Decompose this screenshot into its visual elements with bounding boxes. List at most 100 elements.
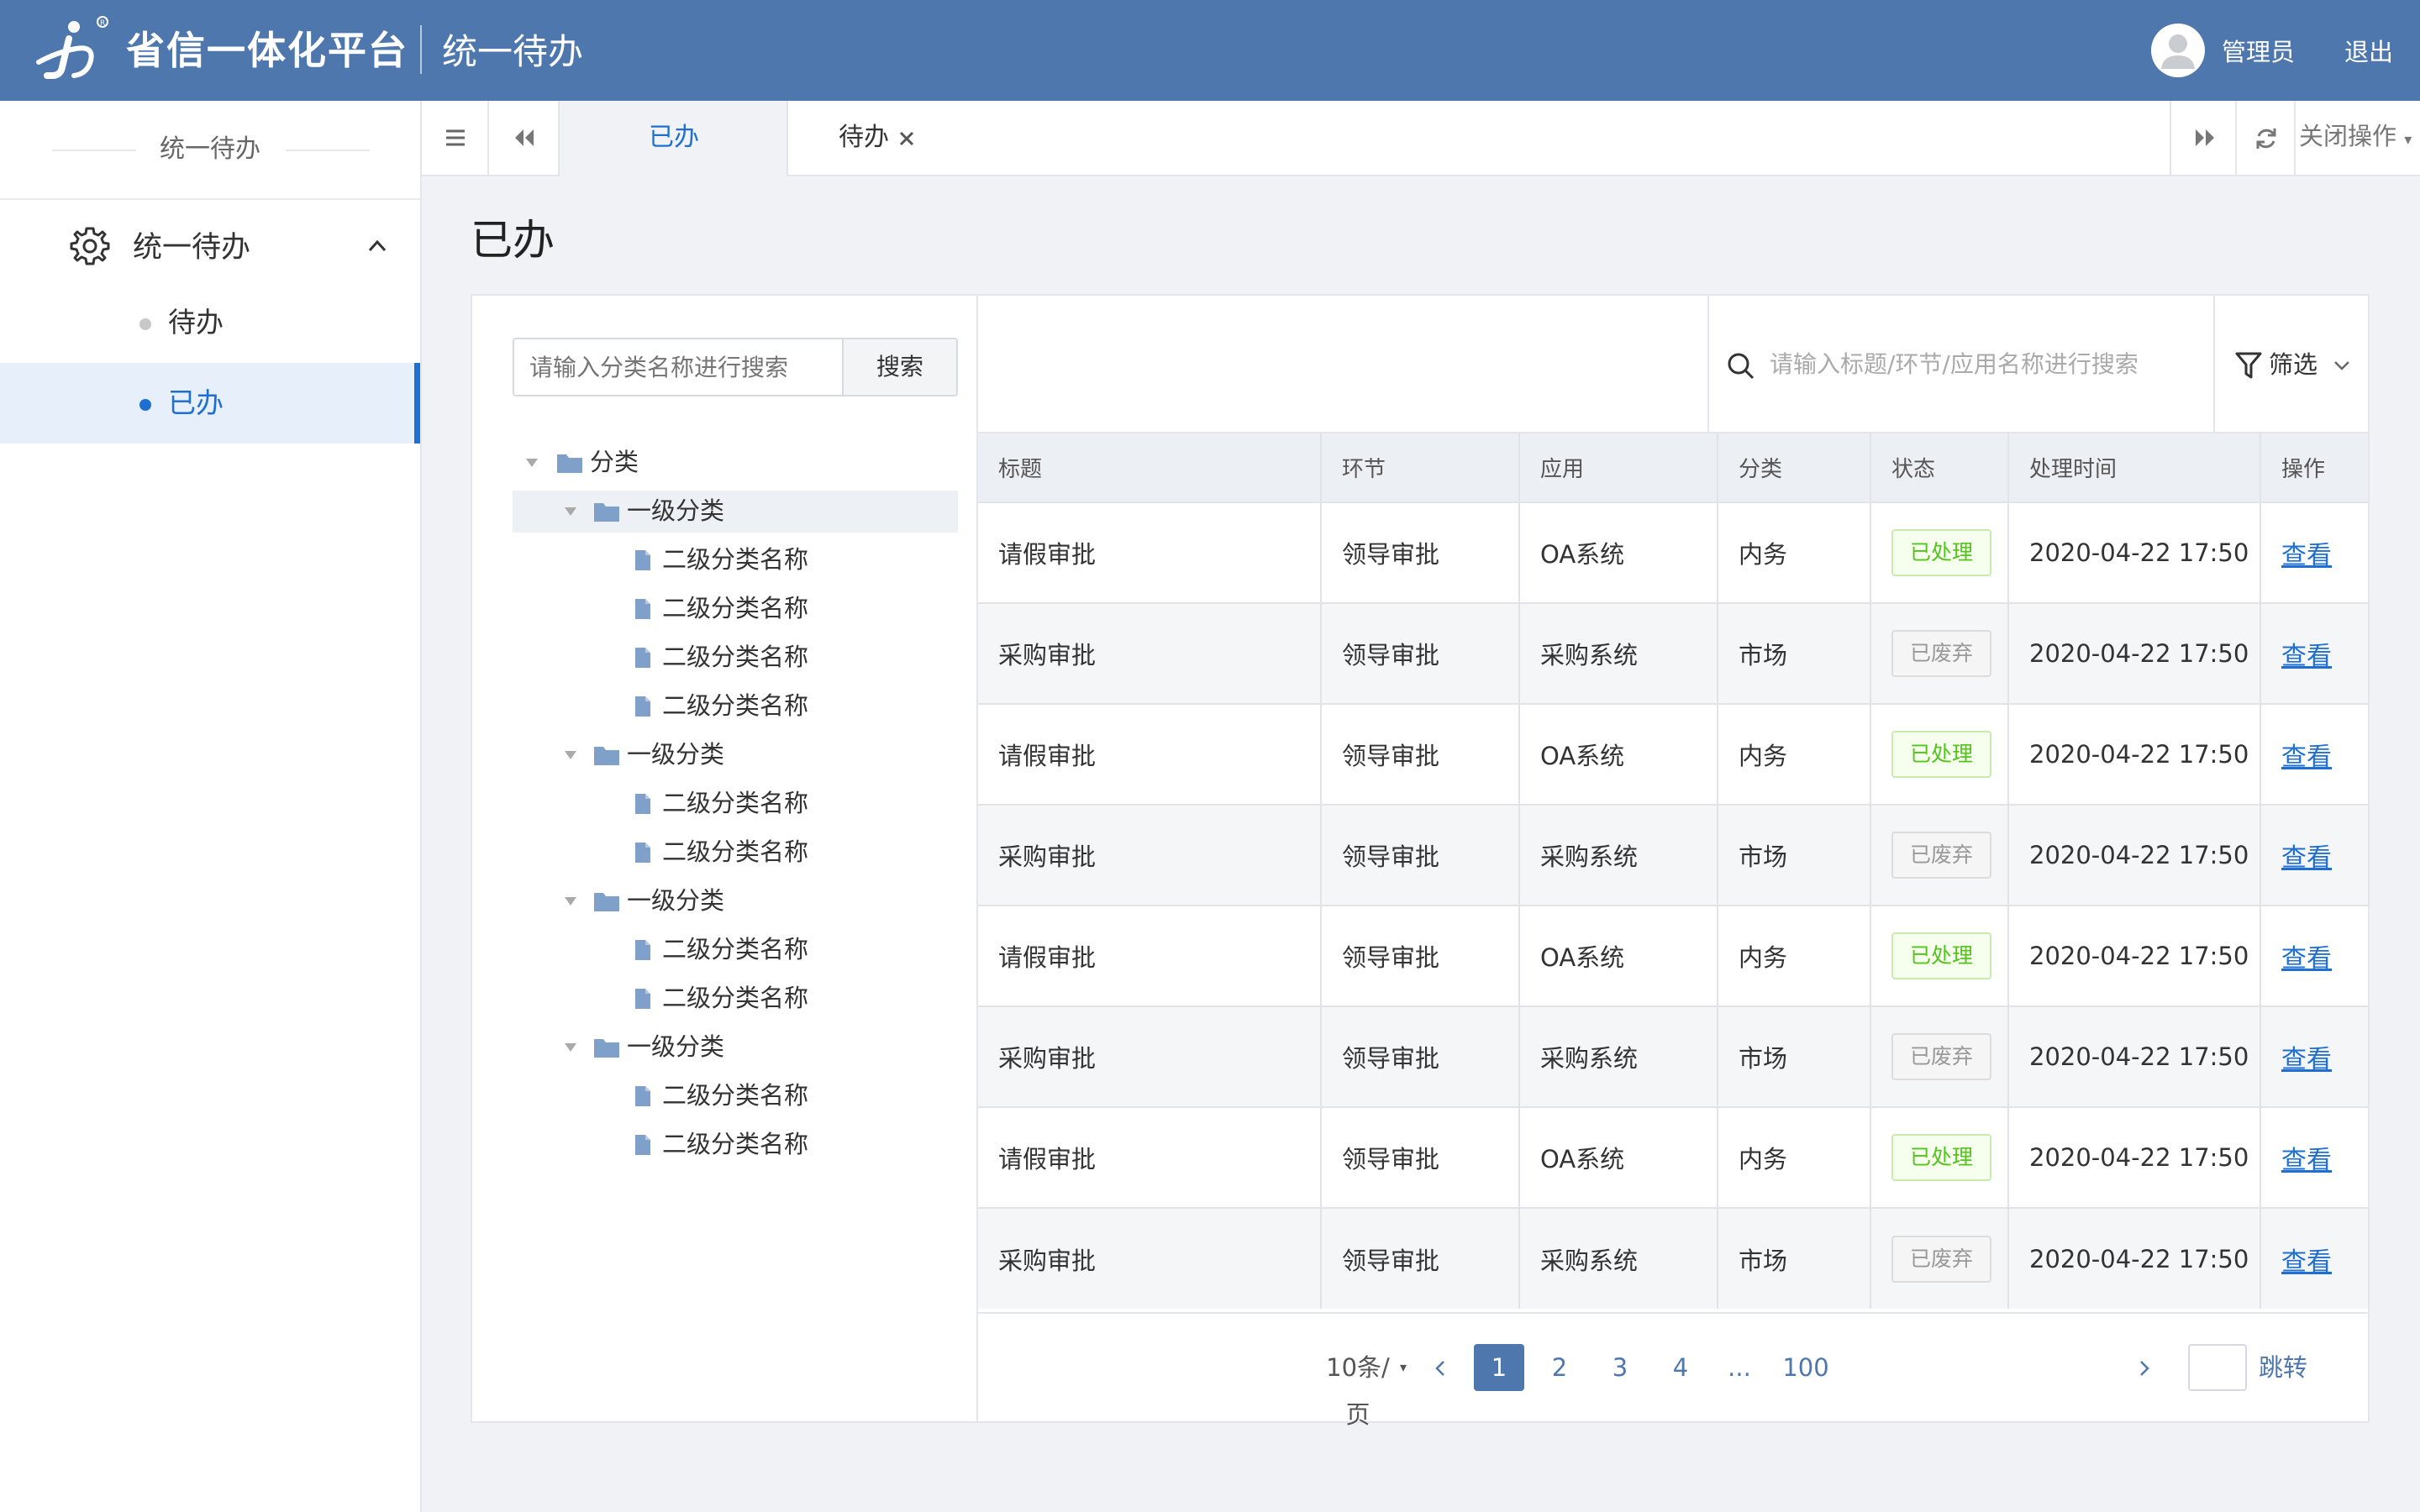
category-search-input[interactable] bbox=[513, 338, 842, 396]
tree-node-leaf[interactable]: 二级分类名称 bbox=[513, 539, 958, 581]
svg-text:R: R bbox=[100, 19, 105, 28]
cell-title: 请假审批 bbox=[978, 905, 1322, 1006]
cell-time: 2020-04-22 17:50 bbox=[2008, 905, 2261, 1006]
view-link[interactable]: 查看 bbox=[2281, 1146, 2332, 1175]
cell-title: 请假审批 bbox=[978, 1106, 1322, 1208]
page-button[interactable]: 100 bbox=[1776, 1344, 1835, 1391]
tab-done[interactable]: 已办 bbox=[558, 101, 788, 176]
sidebar-item-todo[interactable]: 待办 bbox=[0, 282, 420, 363]
cell-action: 查看 bbox=[2260, 1207, 2368, 1309]
sidebar: 统一待办 统一待办 待办 已办 bbox=[0, 101, 422, 1512]
cell-action: 查看 bbox=[2260, 1106, 2368, 1208]
tree-node-root[interactable]: 分类 bbox=[513, 442, 958, 484]
active-indicator bbox=[414, 363, 420, 444]
prev-page-button[interactable] bbox=[1423, 1344, 1457, 1391]
tree-node-leaf[interactable]: 二级分类名称 bbox=[513, 929, 958, 971]
sidebar-group-todo[interactable]: 统一待办 bbox=[0, 208, 420, 289]
table-row[interactable]: 请假审批 领导审批 OA系统 内务 已处理 2020-04-22 17:50 查看 bbox=[978, 501, 2368, 603]
page-button[interactable]: 3 bbox=[1595, 1344, 1645, 1391]
table-row[interactable]: 请假审批 领导审批 OA系统 内务 已处理 2020-04-22 17:50 查看 bbox=[978, 1106, 2368, 1208]
cell-title: 采购审批 bbox=[978, 602, 1322, 704]
filter-dropdown[interactable]: 筛选 bbox=[2215, 296, 2368, 432]
tree-node-label: 二级分类名称 bbox=[662, 1081, 809, 1110]
status-badge: 已废弃 bbox=[1891, 630, 1992, 677]
scroll-tabs-left-button[interactable] bbox=[489, 101, 560, 175]
status-badge: 已废弃 bbox=[1891, 1235, 1992, 1283]
page-size-label: 10条/页 bbox=[1326, 1353, 1390, 1429]
scroll-tabs-right-button[interactable] bbox=[2170, 101, 2237, 175]
gear-icon bbox=[70, 227, 110, 265]
cell-step: 领导审批 bbox=[1321, 602, 1520, 704]
refresh-button[interactable] bbox=[2237, 101, 2296, 175]
refresh-icon bbox=[2256, 129, 2276, 149]
tree-node-leaf[interactable]: 二级分类名称 bbox=[513, 978, 958, 1020]
table-row[interactable]: 采购审批 领导审批 采购系统 市场 已废弃 2020-04-22 17:50 查看 bbox=[978, 804, 2368, 906]
column-header: 操作 bbox=[2260, 433, 2368, 502]
jump-button[interactable]: 跳转 bbox=[2254, 1344, 2312, 1391]
page-title: 已办 bbox=[471, 216, 555, 265]
tree-node-leaf[interactable]: 二级分类名称 bbox=[513, 637, 958, 679]
tree-node-group[interactable]: 一级分类 bbox=[513, 491, 958, 533]
avatar[interactable] bbox=[2151, 24, 2205, 77]
tree-node-group[interactable]: 一级分类 bbox=[513, 880, 958, 922]
menu-toggle-button[interactable] bbox=[422, 101, 489, 175]
tree-node-leaf[interactable]: 二级分类名称 bbox=[513, 685, 958, 727]
table-row[interactable]: 采购审批 领导审批 采购系统 市场 已废弃 2020-04-22 17:50 查看 bbox=[978, 602, 2368, 704]
page-button[interactable]: 4 bbox=[1655, 1344, 1706, 1391]
category-search-button[interactable]: 搜索 bbox=[842, 338, 958, 396]
column-header[interactable]: 环节 bbox=[1321, 433, 1520, 502]
close-operations-label: 关闭操作 bbox=[2299, 122, 2397, 150]
status-badge: 已处理 bbox=[1891, 932, 1992, 979]
table-row[interactable]: 请假审批 领导审批 OA系统 内务 已处理 2020-04-22 17:50 查看 bbox=[978, 905, 2368, 1006]
view-link[interactable]: 查看 bbox=[2281, 1247, 2332, 1277]
bullet-icon bbox=[139, 318, 151, 330]
cell-status: 已处理 bbox=[1870, 1106, 2009, 1208]
column-header[interactable]: 应用 bbox=[1519, 433, 1718, 502]
header-divider bbox=[420, 25, 422, 74]
cell-time: 2020-04-22 17:50 bbox=[2008, 501, 2261, 603]
next-page-button[interactable] bbox=[2128, 1344, 2161, 1391]
tree-node-label: 分类 bbox=[590, 448, 639, 476]
table-row[interactable]: 请假审批 领导审批 OA系统 内务 已处理 2020-04-22 17:50 查看 bbox=[978, 703, 2368, 805]
page-button[interactable]: 1 bbox=[1474, 1344, 1524, 1391]
cell-step: 领导审批 bbox=[1321, 1207, 1520, 1309]
table-row[interactable]: 采购审批 领导审批 采购系统 市场 已废弃 2020-04-22 17:50 查看 bbox=[978, 1207, 2368, 1309]
view-link[interactable]: 查看 bbox=[2281, 843, 2332, 873]
username[interactable]: 管理员 bbox=[2222, 35, 2295, 69]
cell-category: 市场 bbox=[1718, 1207, 1871, 1309]
jump-page-input[interactable] bbox=[2188, 1344, 2247, 1391]
tree-node-leaf[interactable]: 二级分类名称 bbox=[513, 832, 958, 874]
close-icon[interactable] bbox=[897, 129, 916, 148]
tree-node-leaf[interactable]: 二级分类名称 bbox=[513, 783, 958, 825]
tree-node-leaf[interactable]: 二级分类名称 bbox=[513, 588, 958, 630]
page-button[interactable]: 2 bbox=[1534, 1344, 1585, 1391]
tree-node-leaf[interactable]: 二级分类名称 bbox=[513, 1124, 958, 1166]
column-header[interactable]: 分类 bbox=[1718, 433, 1871, 502]
tab-label: 已办 bbox=[649, 123, 699, 152]
sidebar-item-done[interactable]: 已办 bbox=[0, 363, 420, 444]
close-operations-dropdown[interactable]: 关闭操作 ▾ bbox=[2299, 119, 2412, 157]
logout-link[interactable]: 退出 bbox=[2344, 35, 2393, 69]
table-row[interactable]: 采购审批 领导审批 采购系统 市场 已废弃 2020-04-22 17:50 查看 bbox=[978, 1005, 2368, 1107]
view-link[interactable]: 查看 bbox=[2281, 541, 2332, 570]
cell-title: 采购审批 bbox=[978, 1005, 1322, 1107]
column-header[interactable]: 标题 bbox=[978, 433, 1322, 502]
sidebar-header: 统一待办 bbox=[0, 101, 420, 200]
cell-app: OA系统 bbox=[1519, 905, 1718, 1006]
column-header[interactable]: 状态 bbox=[1870, 433, 2009, 502]
view-link[interactable]: 查看 bbox=[2281, 944, 2332, 974]
view-link[interactable]: 查看 bbox=[2281, 642, 2332, 671]
cell-app: 采购系统 bbox=[1519, 1005, 1718, 1107]
page-size-select[interactable]: 10条/页 bbox=[1324, 1344, 1392, 1429]
view-link[interactable]: 查看 bbox=[2281, 743, 2332, 772]
tree-node-leaf[interactable]: 二级分类名称 bbox=[513, 1075, 958, 1117]
list-search-input[interactable]: 请输入标题/环节/应用名称进行搜索 bbox=[1707, 296, 2215, 432]
view-link[interactable]: 查看 bbox=[2281, 1045, 2332, 1074]
tab-todo[interactable]: 待办 bbox=[788, 101, 965, 176]
cell-time: 2020-04-22 17:50 bbox=[2008, 1207, 2261, 1309]
column-header[interactable]: 处理时间 bbox=[2008, 433, 2261, 502]
tree-node-label: 一级分类 bbox=[627, 740, 725, 769]
caret-down-icon[interactable]: ▾ bbox=[1393, 1344, 1413, 1391]
tree-node-group[interactable]: 一级分类 bbox=[513, 1026, 958, 1068]
tree-node-group[interactable]: 一级分类 bbox=[513, 734, 958, 776]
